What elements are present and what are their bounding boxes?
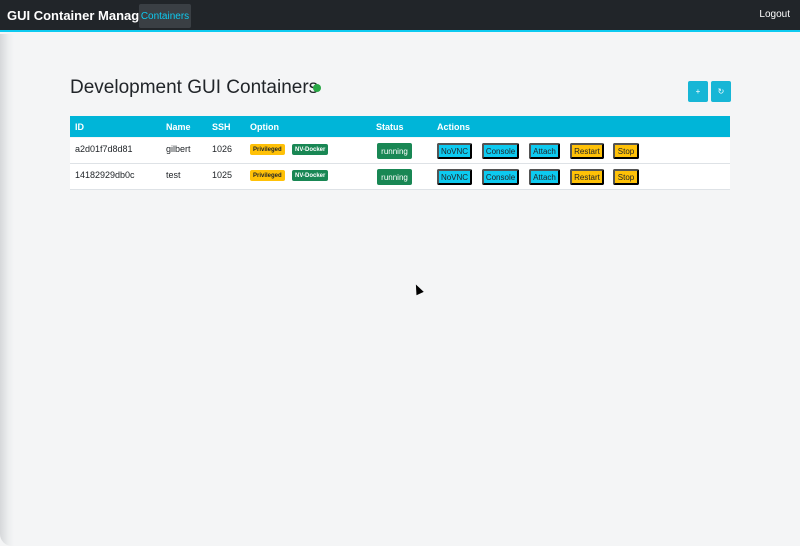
container-name: test: [166, 170, 181, 180]
container-id: 14182929db0c: [75, 170, 135, 180]
container-id: a2d01f7d8d81: [75, 144, 133, 154]
column-header-id: ID: [75, 122, 84, 132]
window-edge: [0, 34, 14, 546]
nv-docker-badge: NV-Docker: [292, 170, 329, 181]
logout-link[interactable]: Logout: [759, 9, 790, 20]
navbar: GUI Container Manager Containers Logout: [0, 0, 800, 32]
column-header-ssh: SSH: [212, 122, 231, 132]
novnc-button[interactable]: NoVNC: [437, 143, 472, 159]
novnc-button[interactable]: NoVNC: [437, 169, 472, 185]
privileged-badge: Privileged: [250, 144, 285, 155]
restart-button[interactable]: Restart: [570, 169, 604, 185]
status-badge: running: [377, 169, 412, 185]
stop-button[interactable]: Stop: [613, 169, 639, 185]
page-title: Development GUI Containers: [70, 77, 319, 98]
add-container-button[interactable]: +: [688, 81, 708, 102]
mouse-cursor-icon: [412, 282, 424, 296]
column-header-status: Status: [376, 122, 404, 132]
stop-button[interactable]: Stop: [613, 143, 639, 159]
console-button[interactable]: Console: [482, 143, 519, 159]
container-ssh-port: 1026: [212, 144, 233, 154]
privileged-badge: Privileged: [250, 170, 285, 181]
refresh-button[interactable]: ↻: [711, 81, 731, 102]
brand-title[interactable]: GUI Container Manager: [7, 7, 151, 25]
attach-button[interactable]: Attach: [529, 169, 560, 185]
nav-link-containers[interactable]: Containers: [139, 4, 191, 28]
container-name: gilbert: [166, 144, 191, 154]
column-header-actions: Actions: [437, 122, 471, 132]
console-button[interactable]: Console: [482, 169, 519, 185]
column-header-name: Name: [166, 122, 191, 132]
container-ssh-port: 1025: [212, 170, 233, 180]
attach-button[interactable]: Attach: [529, 143, 560, 159]
column-header-option: Option: [250, 122, 279, 132]
status-dot-icon: [313, 84, 321, 92]
nv-docker-badge: NV-Docker: [292, 144, 329, 155]
restart-button[interactable]: Restart: [570, 143, 604, 159]
status-badge: running: [377, 143, 412, 159]
